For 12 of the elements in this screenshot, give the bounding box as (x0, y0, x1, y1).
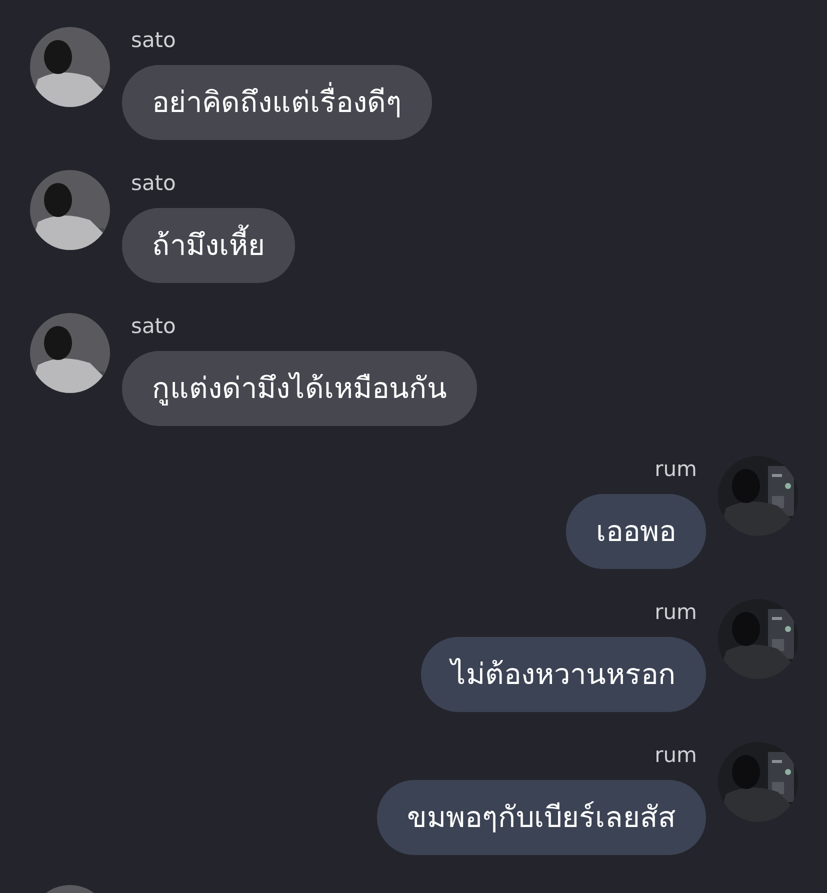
sender-name: sato (130, 27, 176, 54)
message-bubble: เออพอ (566, 494, 706, 569)
message-bubble: ขมพอๆกับเบียร์เลยสัส (377, 780, 706, 855)
message-bubble: ถ้ามึงเหี้ย (122, 208, 295, 283)
sender-name: sato (130, 313, 176, 340)
sender-name: rum (654, 742, 698, 769)
message-bubble: อย่าคิดถึงแต่เรื่องดีๆ (122, 65, 432, 140)
sender-name: rum (654, 599, 698, 626)
message-bubble: กูแต่งด่ามึงได้เหมือนกัน (122, 351, 477, 426)
sender-name: sato (130, 170, 176, 197)
message-bubble: ไม่ต้องหวานหรอก (421, 637, 706, 712)
sender-name: rum (654, 456, 698, 483)
